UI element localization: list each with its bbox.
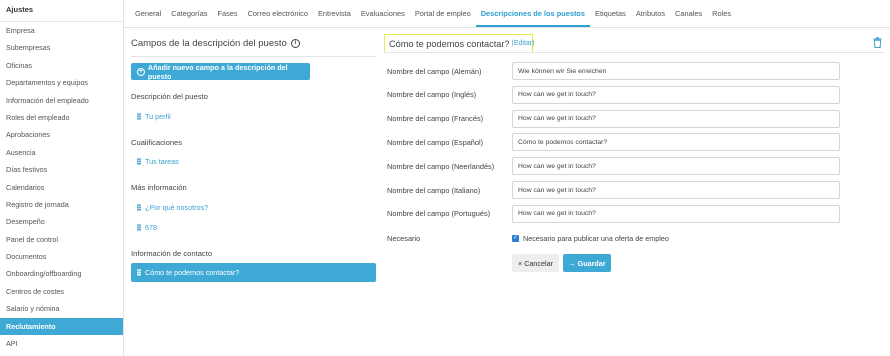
drag-handle-icon[interactable]	[137, 158, 141, 165]
field-name-row: Nombre del campo (Alemán)	[387, 62, 840, 80]
tab[interactable]: Fases	[212, 9, 242, 27]
tab[interactable]: General	[130, 9, 166, 27]
sidebar-item[interactable]: Documentos	[0, 248, 123, 265]
tab[interactable]: Evaluaciones	[356, 9, 410, 27]
tab-bar: General Categorías Fases Correo electrónico…	[124, 0, 890, 28]
field-name-input[interactable]	[512, 85, 840, 104]
field-name-input[interactable]	[512, 62, 840, 80]
sidebar-item[interactable]: Información del empleado	[0, 92, 123, 109]
field-name-input[interactable]	[512, 181, 840, 199]
required-row: Necesario ✓ Necesario para publicar una …	[387, 234, 669, 243]
required-checkbox-label: Necesario para publicar una oferta de em…	[523, 234, 669, 243]
tab[interactable]: Entrevista	[313, 9, 356, 27]
field-item[interactable]: ¿Por qué nosotros?	[137, 203, 208, 212]
cancel-button[interactable]: × Cancelar	[512, 254, 559, 272]
field-name-row: Nombre del campo (Español)	[387, 133, 840, 152]
save-button-label: Guardar	[577, 258, 606, 268]
field-item-label: Cómo te podemos contactar?	[145, 268, 240, 277]
field-name-label: Nombre del campo (Alemán)	[387, 66, 482, 76]
sidebar-item[interactable]: Centros de costes	[0, 283, 123, 300]
sidebar-item[interactable]: Aprobaciones	[0, 126, 123, 143]
sidebar-item[interactable]: Roles del empleado	[0, 109, 123, 126]
field-name-label: Nombre del campo (Inglés)	[387, 90, 477, 100]
tab[interactable]: Canales	[670, 9, 707, 27]
tab[interactable]: Descripciones de los puestos	[475, 9, 591, 27]
drag-handle-icon[interactable]	[137, 224, 141, 231]
field-item-label: ¿Por qué nosotros?	[145, 203, 209, 212]
field-name-input[interactable]	[512, 157, 840, 176]
add-field-button-label: Añadir nuevo campo a la descripción del …	[147, 62, 288, 81]
field-item-label: 678	[145, 223, 157, 232]
sidebar-item[interactable]: Reclutamiento	[0, 317, 123, 336]
settings-sidebar: Ajustes Empresa Subempresas Oficinas Depart…	[0, 0, 124, 356]
close-icon: ×	[518, 258, 523, 268]
info-icon[interactable]: i	[290, 39, 300, 48]
sidebar-title: Ajustes	[0, 0, 123, 22]
sidebar-item[interactable]: Empresa	[0, 22, 123, 39]
section-heading: Información de contacto	[131, 249, 213, 258]
field-name-label: Nombre del campo (Portugués)	[387, 209, 491, 219]
divider	[131, 56, 376, 57]
tab[interactable]: Etiquetas	[590, 9, 631, 27]
sidebar-item[interactable]: Calendarios	[0, 179, 123, 196]
field-name-input[interactable]	[512, 204, 840, 223]
field-item-label: Tus tareas	[145, 157, 179, 166]
field-item[interactable]: 678	[137, 223, 157, 232]
drag-handle-icon[interactable]	[137, 113, 141, 120]
sidebar-item[interactable]: Días festivos	[0, 161, 123, 178]
job-description-fields-panel: Campos de la descripción del puesto i + …	[131, 30, 376, 330]
field-item-label: Tu perfil	[145, 112, 171, 121]
field-item[interactable]: Tu perfil	[137, 112, 171, 121]
save-button[interactable]: → Guardar	[563, 254, 611, 272]
field-name-row: Nombre del campo (Portugués)	[387, 204, 840, 223]
tab[interactable]: Portal de empleo	[410, 9, 476, 27]
field-name-row: Nombre del campo (Neerlandés)	[387, 157, 840, 176]
section-heading: Más información	[131, 183, 187, 192]
field-name-row: Nombre del campo (Italiano)	[387, 181, 840, 199]
tab[interactable]: Roles	[707, 9, 736, 27]
sidebar-item[interactable]: Registro de jornada	[0, 196, 123, 213]
divider	[384, 52, 884, 53]
drag-handle-icon[interactable]	[137, 204, 141, 211]
panel-title: Campos de la descripción del puesto i	[131, 38, 376, 49]
sidebar-item[interactable]: Panel de control	[0, 231, 123, 248]
tab[interactable]: Correo electrónico	[243, 9, 313, 27]
field-name-label: Nombre del campo (Español)	[387, 137, 484, 147]
sidebar-item[interactable]: Desempeño	[0, 213, 123, 230]
sidebar-item[interactable]: Ausencia	[0, 144, 123, 161]
required-checkbox[interactable]: ✓	[512, 235, 519, 242]
field-name-label: Nombre del campo (Italiano)	[387, 185, 481, 195]
tab[interactable]: Categorías	[166, 9, 212, 27]
section-heading: Descripción del puesto	[131, 92, 208, 101]
field-name-label: Nombre del campo (Francés)	[387, 114, 484, 124]
sidebar-item[interactable]: Onboarding/offboarding	[0, 265, 123, 282]
field-editor-title-text: Cómo te podemos contactar?	[389, 38, 510, 49]
field-name-input[interactable]	[512, 109, 840, 128]
cancel-button-label: Cancelar	[524, 258, 553, 268]
field-item[interactable]: Tus tareas	[137, 157, 179, 166]
sidebar-item[interactable]: Departamentos y equipos	[0, 74, 123, 91]
plus-circle-icon: +	[137, 67, 145, 76]
sidebar-item[interactable]: Subempresas	[0, 39, 123, 56]
section-heading: Cualificaciones	[131, 138, 183, 147]
sidebar-item[interactable]: Salario y nómina	[0, 300, 123, 317]
arrow-right-icon: →	[568, 258, 576, 268]
field-item-selected[interactable]: Cómo te podemos contactar?	[131, 263, 376, 282]
drag-handle-icon[interactable]	[137, 269, 141, 276]
field-name-input[interactable]	[512, 133, 840, 152]
sidebar-list: Empresa Subempresas Oficinas Departamentos …	[0, 22, 123, 352]
add-field-button[interactable]: + Añadir nuevo campo a la descripción de…	[131, 62, 310, 81]
tab[interactable]: Atributos	[631, 9, 670, 27]
trash-icon[interactable]	[873, 37, 882, 48]
edit-link[interactable]: (Editar)	[512, 40, 535, 47]
sidebar-item[interactable]: Oficinas	[0, 57, 123, 74]
sidebar-item[interactable]: API	[0, 335, 123, 352]
field-name-row: Nombre del campo (Inglés)	[387, 85, 840, 104]
required-label: Necesario	[387, 234, 421, 243]
field-name-row: Nombre del campo (Francés)	[387, 109, 840, 128]
field-editor-title: Cómo te podemos contactar? (Editar)	[384, 34, 535, 53]
field-name-label: Nombre del campo (Neerlandés)	[387, 161, 495, 171]
panel-title-text: Campos de la descripción del puesto	[131, 38, 287, 49]
